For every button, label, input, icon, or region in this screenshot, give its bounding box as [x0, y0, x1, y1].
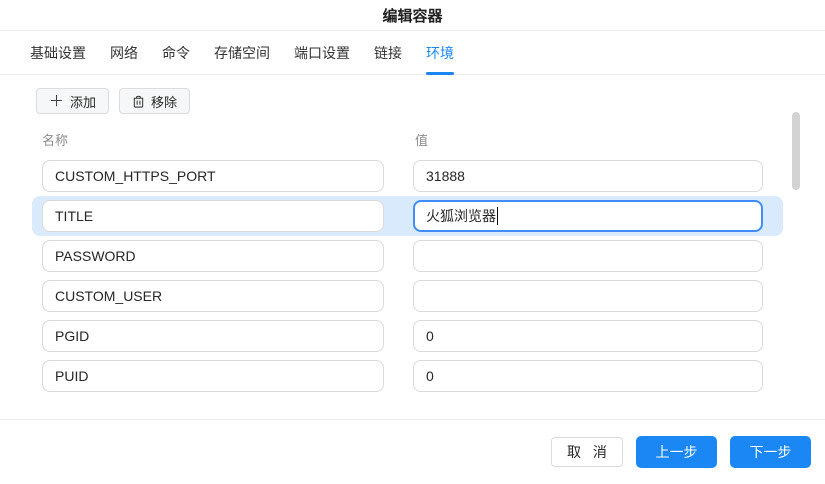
cancel-button[interactable]: 取 消	[551, 437, 623, 467]
name-column-header: 名称	[42, 130, 68, 149]
text-caret	[497, 207, 498, 225]
tab-environment[interactable]: 环境	[426, 31, 454, 75]
env-toolbar: ＋ 添加 移除	[0, 75, 825, 114]
table-row	[32, 276, 783, 316]
env-value-input[interactable]	[413, 160, 763, 192]
env-name-input[interactable]	[42, 160, 384, 192]
tab-storage[interactable]: 存储空间	[214, 31, 270, 75]
add-variable-label: 添加	[70, 92, 96, 111]
dialog-footer: 取 消 上一步 下一步	[0, 419, 825, 484]
tab-network[interactable]: 网络	[110, 31, 138, 75]
dialog-title-bar: 编辑容器	[0, 0, 825, 31]
remove-variable-label: 移除	[151, 92, 177, 111]
remove-variable-button[interactable]: 移除	[119, 88, 190, 114]
tab-basic-settings[interactable]: 基础设置	[30, 31, 86, 75]
add-variable-button[interactable]: ＋ 添加	[36, 88, 109, 114]
table-row	[32, 156, 783, 196]
env-value-input[interactable]	[413, 280, 763, 312]
table-row	[32, 356, 783, 396]
env-name-input[interactable]	[42, 360, 384, 392]
trash-icon	[132, 95, 145, 108]
env-value-input[interactable]	[413, 320, 763, 352]
table-row	[32, 236, 783, 276]
edit-container-dialog: 编辑容器 基础设置 网络 命令 存储空间 端口设置 链接 环境 ＋ 添加 移除 …	[0, 0, 825, 484]
tab-command[interactable]: 命令	[162, 31, 190, 75]
env-name-input[interactable]	[42, 200, 384, 232]
tab-links[interactable]: 链接	[374, 31, 402, 75]
env-name-input[interactable]	[42, 240, 384, 272]
value-column-header: 值	[415, 130, 428, 149]
env-value-input[interactable]	[413, 240, 763, 272]
env-name-input[interactable]	[42, 320, 384, 352]
env-value-input[interactable]	[413, 360, 763, 392]
column-headers: 名称 值	[0, 126, 825, 156]
scrollbar-thumb[interactable]	[792, 112, 800, 190]
env-name-input[interactable]	[42, 280, 384, 312]
next-step-button[interactable]: 下一步	[730, 436, 811, 468]
table-row	[32, 316, 783, 356]
plus-icon: ＋	[49, 94, 64, 109]
env-value-text: 火狐浏览器	[426, 206, 496, 226]
dialog-title: 编辑容器	[382, 5, 442, 26]
previous-step-button[interactable]: 上一步	[636, 436, 717, 468]
tab-ports[interactable]: 端口设置	[294, 31, 350, 75]
env-value-input-focused[interactable]: 火狐浏览器	[413, 200, 763, 232]
dialog-tabs: 基础设置 网络 命令 存储空间 端口设置 链接 环境	[0, 31, 825, 75]
table-row-selected: 火狐浏览器	[32, 196, 783, 236]
env-variable-list: 火狐浏览器	[32, 156, 783, 396]
